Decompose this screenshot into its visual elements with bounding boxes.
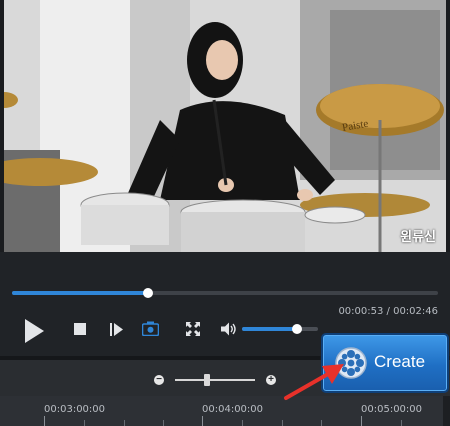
zoom-slider-handle[interactable] [204, 374, 210, 386]
zoom-out-button[interactable]: − [154, 375, 164, 385]
next-frame-icon[interactable] [110, 323, 123, 336]
ruler-label: 00:05:00:00 [361, 404, 423, 415]
pointer-arrow-icon [284, 364, 344, 400]
video-border-left [0, 0, 4, 252]
ruler-tick [44, 416, 45, 426]
speaker-icon[interactable] [221, 322, 237, 336]
zoom-in-button[interactable]: + [266, 375, 276, 385]
timeline-scroll-edge [443, 396, 450, 426]
ruler-tick [321, 420, 322, 426]
fullscreen-icon[interactable] [186, 322, 200, 336]
video-border-right [446, 0, 450, 252]
ruler-tick [202, 416, 203, 426]
video-preview[interactable]: Paiste 윈류신 [0, 0, 450, 252]
ruler-tick [242, 420, 243, 426]
seek-bar-progress [12, 291, 149, 295]
zoom-slider[interactable] [175, 379, 255, 381]
play-icon[interactable] [23, 318, 45, 344]
ruler-label: 00:03:00:00 [44, 404, 106, 415]
seek-bar[interactable] [12, 288, 438, 298]
camera-icon[interactable] [142, 321, 159, 336]
stop-icon[interactable] [74, 323, 86, 335]
ruler-label: 00:04:00:00 [202, 404, 264, 415]
create-button-label[interactable]: Create [374, 352, 425, 372]
ruler-tick [163, 420, 164, 426]
time-display: 00:00:53 / 00:02:46 [338, 306, 438, 317]
video-frame-image: Paiste [0, 0, 450, 252]
ruler-tick [401, 420, 402, 426]
ruler-tick [361, 416, 362, 426]
ruler-tick [124, 420, 125, 426]
volume-slider[interactable] [242, 324, 318, 334]
ruler-tick [84, 420, 85, 426]
video-watermark: 윈류신 [400, 230, 436, 245]
ruler-tick [282, 420, 283, 426]
volume-level [242, 327, 298, 331]
